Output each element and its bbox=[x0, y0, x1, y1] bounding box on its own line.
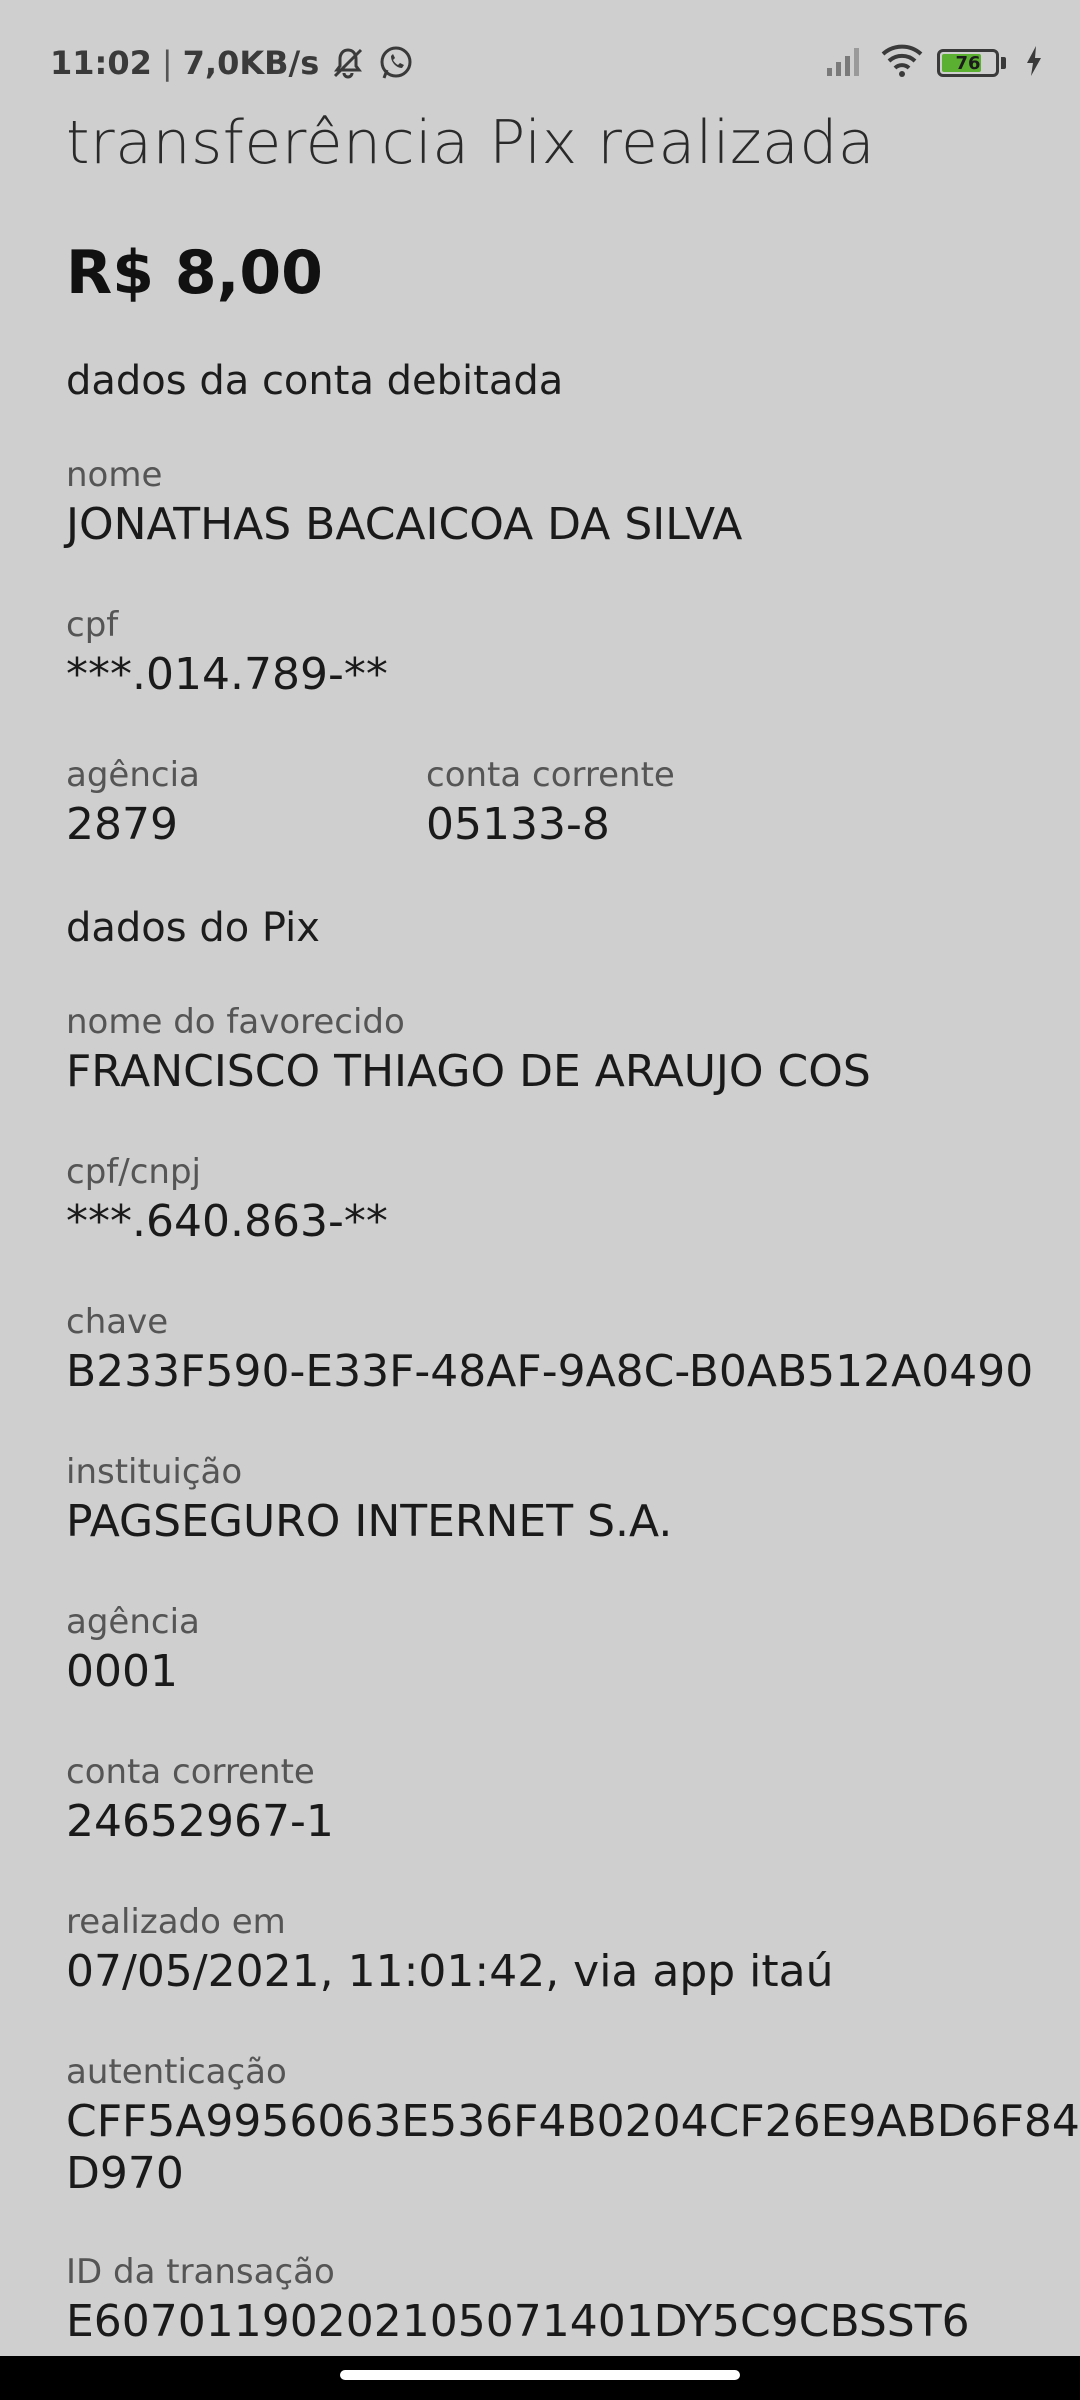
field-label: conta corrente bbox=[66, 1752, 315, 1792]
field-label: nome bbox=[66, 455, 163, 495]
transfer-amount: R$ 8,00 bbox=[66, 238, 323, 308]
field-payee-agency: agência 0001 bbox=[66, 1602, 200, 1698]
field-value: FRANCISCO THIAGO DE ARAUJO COS bbox=[66, 1046, 871, 1097]
section-pix: dados do Pix bbox=[66, 905, 320, 951]
status-net-speed: 7,0KB/s bbox=[182, 44, 320, 82]
field-transaction-id: ID da transação E60701190202105071401DY5… bbox=[66, 2252, 970, 2348]
field-value: E60701190202105071401DY5C9CBSST6 bbox=[66, 2296, 970, 2347]
home-gesture-handle[interactable] bbox=[340, 2370, 740, 2380]
section-debit-account: dados da conta debitada bbox=[66, 358, 564, 404]
whatsapp-icon bbox=[377, 44, 415, 82]
field-institution: instituição PAGSEGURO INTERNET S.A. bbox=[66, 1452, 672, 1548]
field-value: B233F590-E33F-48AF-9A8C-B0AB512A0490 bbox=[66, 1346, 1034, 1397]
field-value: CFF5A9956063E536F4B0204CF26E9ABD6F84 D97… bbox=[66, 2096, 1080, 2199]
wifi-icon bbox=[881, 44, 923, 82]
status-separator: | bbox=[161, 44, 173, 82]
field-debit-agency: agência 2879 bbox=[66, 755, 200, 851]
field-value: 07/05/2021, 11:01:42, via app itaú bbox=[66, 1946, 834, 1997]
field-value: ***.014.789-** bbox=[66, 649, 388, 700]
status-time: 11:02 bbox=[50, 44, 152, 82]
field-label: nome do favorecido bbox=[66, 1002, 405, 1042]
field-label: agência bbox=[66, 1602, 200, 1642]
field-value: JONATHAS BACAICOA DA SILVA bbox=[66, 499, 743, 550]
field-debit-cpf: cpf ***.014.789-** bbox=[66, 605, 388, 701]
field-label: instituição bbox=[66, 1452, 243, 1492]
field-debit-account: conta corrente 05133-8 bbox=[426, 755, 675, 851]
field-value: 05133-8 bbox=[426, 799, 610, 850]
page-title: transferência Pix realizada bbox=[66, 108, 876, 178]
field-label: conta corrente bbox=[426, 755, 675, 795]
field-label: cpf/cnpj bbox=[66, 1152, 201, 1192]
field-label: chave bbox=[66, 1302, 169, 1342]
field-label: realizado em bbox=[66, 1902, 286, 1942]
field-payee-name: nome do favorecido FRANCISCO THIAGO DE A… bbox=[66, 1002, 871, 1098]
navigation-bar bbox=[0, 2356, 1080, 2400]
field-value: 2879 bbox=[66, 799, 178, 850]
field-date: realizado em 07/05/2021, 11:01:42, via a… bbox=[66, 1902, 834, 1998]
field-label: ID da transação bbox=[66, 2252, 335, 2292]
field-value: ***.640.863-** bbox=[66, 1196, 388, 1247]
signal-icon bbox=[825, 44, 863, 82]
field-value: 0001 bbox=[66, 1646, 178, 1697]
charging-icon bbox=[1024, 44, 1044, 82]
field-debit-name: nome JONATHAS BACAICOA DA SILVA bbox=[66, 455, 742, 551]
field-pix-key: chave B233F590-E33F-48AF-9A8C-B0AB512A04… bbox=[66, 1302, 1033, 1398]
field-value: 24652967-1 bbox=[66, 1796, 334, 1847]
field-payee-account: conta corrente 24652967-1 bbox=[66, 1752, 334, 1848]
mute-icon bbox=[329, 44, 367, 82]
status-bar-left: 11:02 | 7,0KB/s bbox=[50, 44, 415, 82]
field-value: PAGSEGURO INTERNET S.A. bbox=[66, 1496, 673, 1547]
battery-icon: 76 bbox=[937, 49, 999, 77]
battery-cap bbox=[1001, 57, 1006, 69]
field-payee-doc: cpf/cnpj ***.640.863-** bbox=[66, 1152, 388, 1248]
field-label: cpf bbox=[66, 605, 119, 645]
status-bar-right: 76 bbox=[825, 44, 1044, 82]
field-label: autenticação bbox=[66, 2052, 287, 2092]
field-label: agência bbox=[66, 755, 200, 795]
field-authentication: autenticação CFF5A9956063E536F4B0204CF26… bbox=[66, 2052, 1080, 2200]
battery-level: 76 bbox=[955, 52, 981, 74]
